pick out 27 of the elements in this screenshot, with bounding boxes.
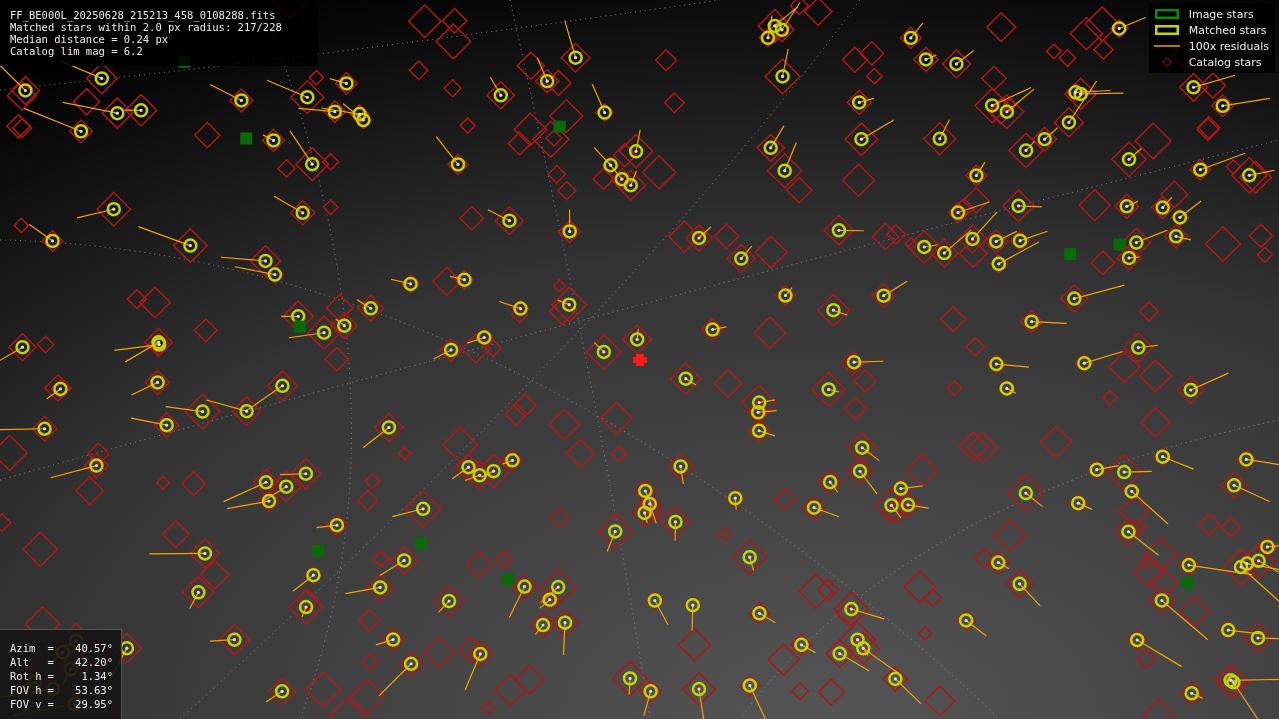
parameter-value: 53.63° bbox=[74, 684, 113, 696]
equals-sign: = bbox=[47, 698, 54, 710]
parameter-label: Azim bbox=[10, 642, 37, 654]
parameter-value: 40.57° bbox=[74, 642, 113, 654]
line-icon bbox=[1153, 45, 1180, 47]
parameter-label: FOV v bbox=[10, 698, 42, 710]
parameter-value: 1.34° bbox=[80, 670, 113, 682]
parameter-value: 42.20° bbox=[74, 656, 113, 668]
legend-label: Image stars bbox=[1188, 7, 1254, 21]
info-text: FF_BE000L_20250628_215213_458_0108288.fits bbox=[10, 9, 277, 21]
info-text: Catalog lim mag = 6.2 bbox=[10, 45, 144, 57]
legend-label: 100x residuals bbox=[1188, 39, 1269, 53]
equals-sign: = bbox=[47, 684, 54, 696]
rectangle-icon bbox=[1154, 9, 1179, 19]
info-text: Matched stars within 2.0 px radius: 217/228 bbox=[10, 21, 283, 33]
parameter-label: FOV h bbox=[10, 684, 42, 696]
legend-label: Catalog stars bbox=[1188, 55, 1262, 69]
parameter-value: 29.95° bbox=[74, 698, 113, 710]
equals-sign: = bbox=[47, 670, 54, 682]
diamond-icon bbox=[1161, 57, 1172, 67]
info-text: Median distance = 0.24 px bbox=[10, 33, 170, 45]
rectangle-icon bbox=[1154, 25, 1179, 35]
parameter-label: Alt bbox=[10, 656, 30, 668]
legend-label: Matched stars bbox=[1188, 23, 1267, 37]
equals-sign: = bbox=[47, 642, 54, 654]
equals-sign: = bbox=[47, 656, 54, 668]
parameter-label: Rot h bbox=[10, 670, 42, 682]
